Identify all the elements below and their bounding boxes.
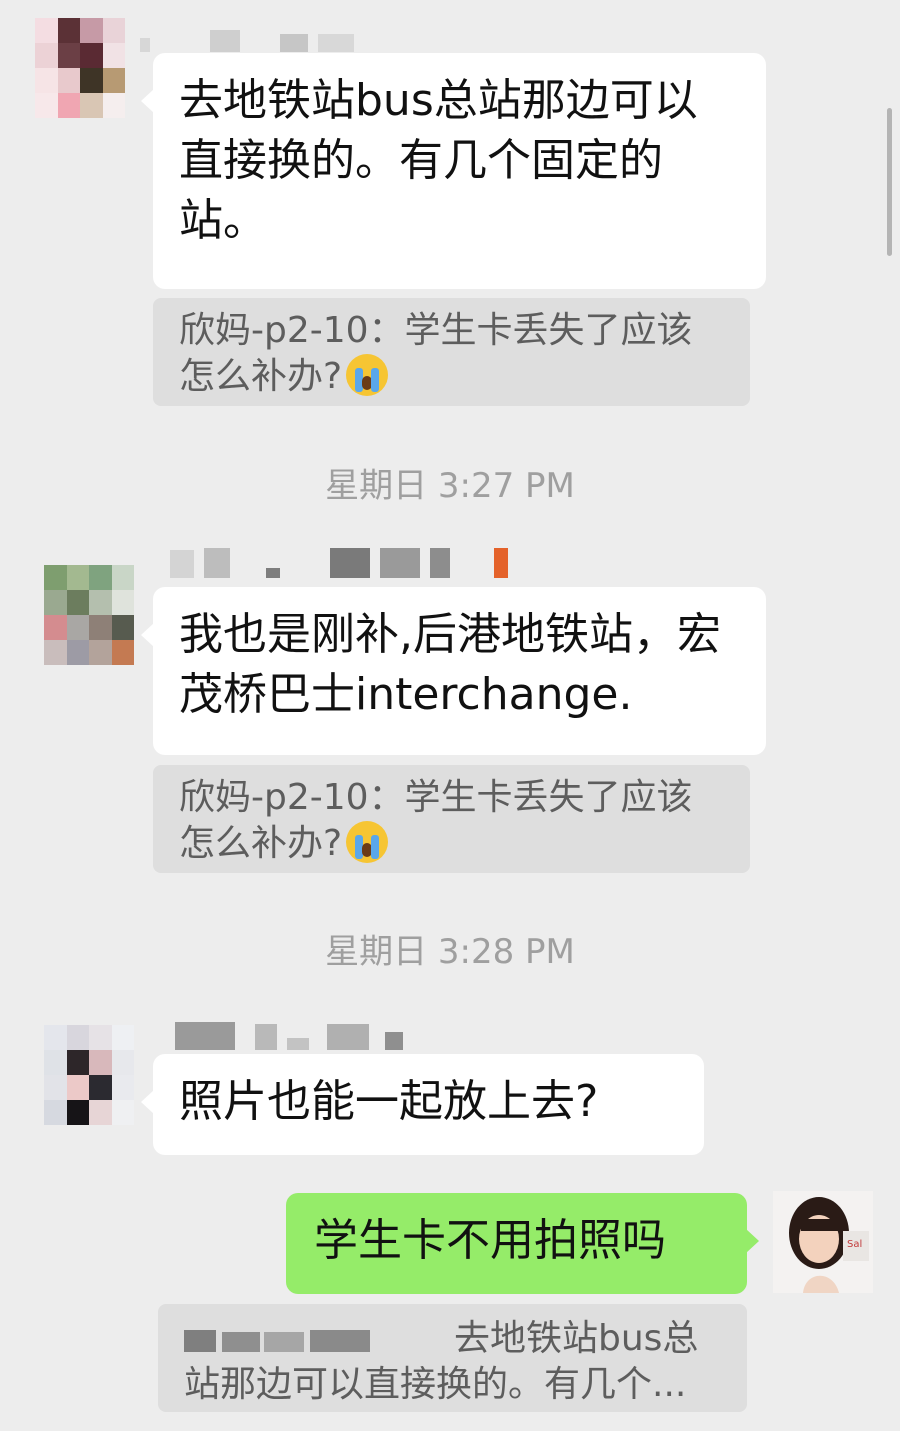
avatar-sender-3[interactable] xyxy=(44,1025,134,1125)
message-text-4: 学生卡不用拍照吗 xyxy=(314,1215,666,1266)
message-text-1: 去地铁站bus总站那边可以直接换的。有几个固定的站。 xyxy=(179,75,698,246)
crying-face-emoji-icon xyxy=(346,821,389,863)
crying-face-emoji-icon xyxy=(346,354,389,396)
sender-name-blurred-1 xyxy=(140,22,354,52)
avatar-sender-1[interactable] xyxy=(35,18,125,118)
avatar-self[interactable]: Sal xyxy=(773,1191,873,1293)
message-text-2: 我也是刚补,后港地铁站，宏茂桥巴士interchange. xyxy=(179,609,721,720)
timestamp-2: 星期日 3:28 PM xyxy=(325,932,575,972)
quoted-text-1: 欣妈-p2-10：学生卡丢失了应该怎么补办? xyxy=(179,310,693,397)
user-photo-icon: Sal xyxy=(773,1191,873,1293)
svg-text:Sal: Sal xyxy=(847,1239,862,1250)
quoted-sender-blurred xyxy=(184,1330,454,1354)
message-bubble-3[interactable]: 照片也能一起放上去? xyxy=(141,1054,704,1155)
sender-name-blurred-2 xyxy=(170,548,508,578)
message-text-3: 照片也能一起放上去? xyxy=(179,1076,599,1127)
avatar-sender-2[interactable] xyxy=(44,565,134,665)
message-bubble-2[interactable]: 我也是刚补,后港地铁站，宏茂桥巴士interchange. xyxy=(141,587,766,755)
quoted-message-2[interactable]: 欣妈-p2-10：学生卡丢失了应该怎么补办? xyxy=(153,765,750,873)
quoted-message-1[interactable]: 欣妈-p2-10：学生卡丢失了应该怎么补办? xyxy=(153,298,750,406)
sender-name-blurred-3 xyxy=(175,1020,403,1050)
quoted-text-2: 欣妈-p2-10：学生卡丢失了应该怎么补办? xyxy=(179,777,693,864)
timestamp-1: 星期日 3:27 PM xyxy=(325,466,575,506)
quoted-message-4[interactable]: 去地铁站bus总站那边可以直接换的。有几个... xyxy=(158,1304,747,1412)
message-bubble-1[interactable]: 去地铁站bus总站那边可以直接换的。有几个固定的站。 xyxy=(141,53,766,289)
message-bubble-4[interactable]: 学生卡不用拍照吗 xyxy=(286,1193,759,1294)
scrollbar[interactable] xyxy=(887,108,892,256)
